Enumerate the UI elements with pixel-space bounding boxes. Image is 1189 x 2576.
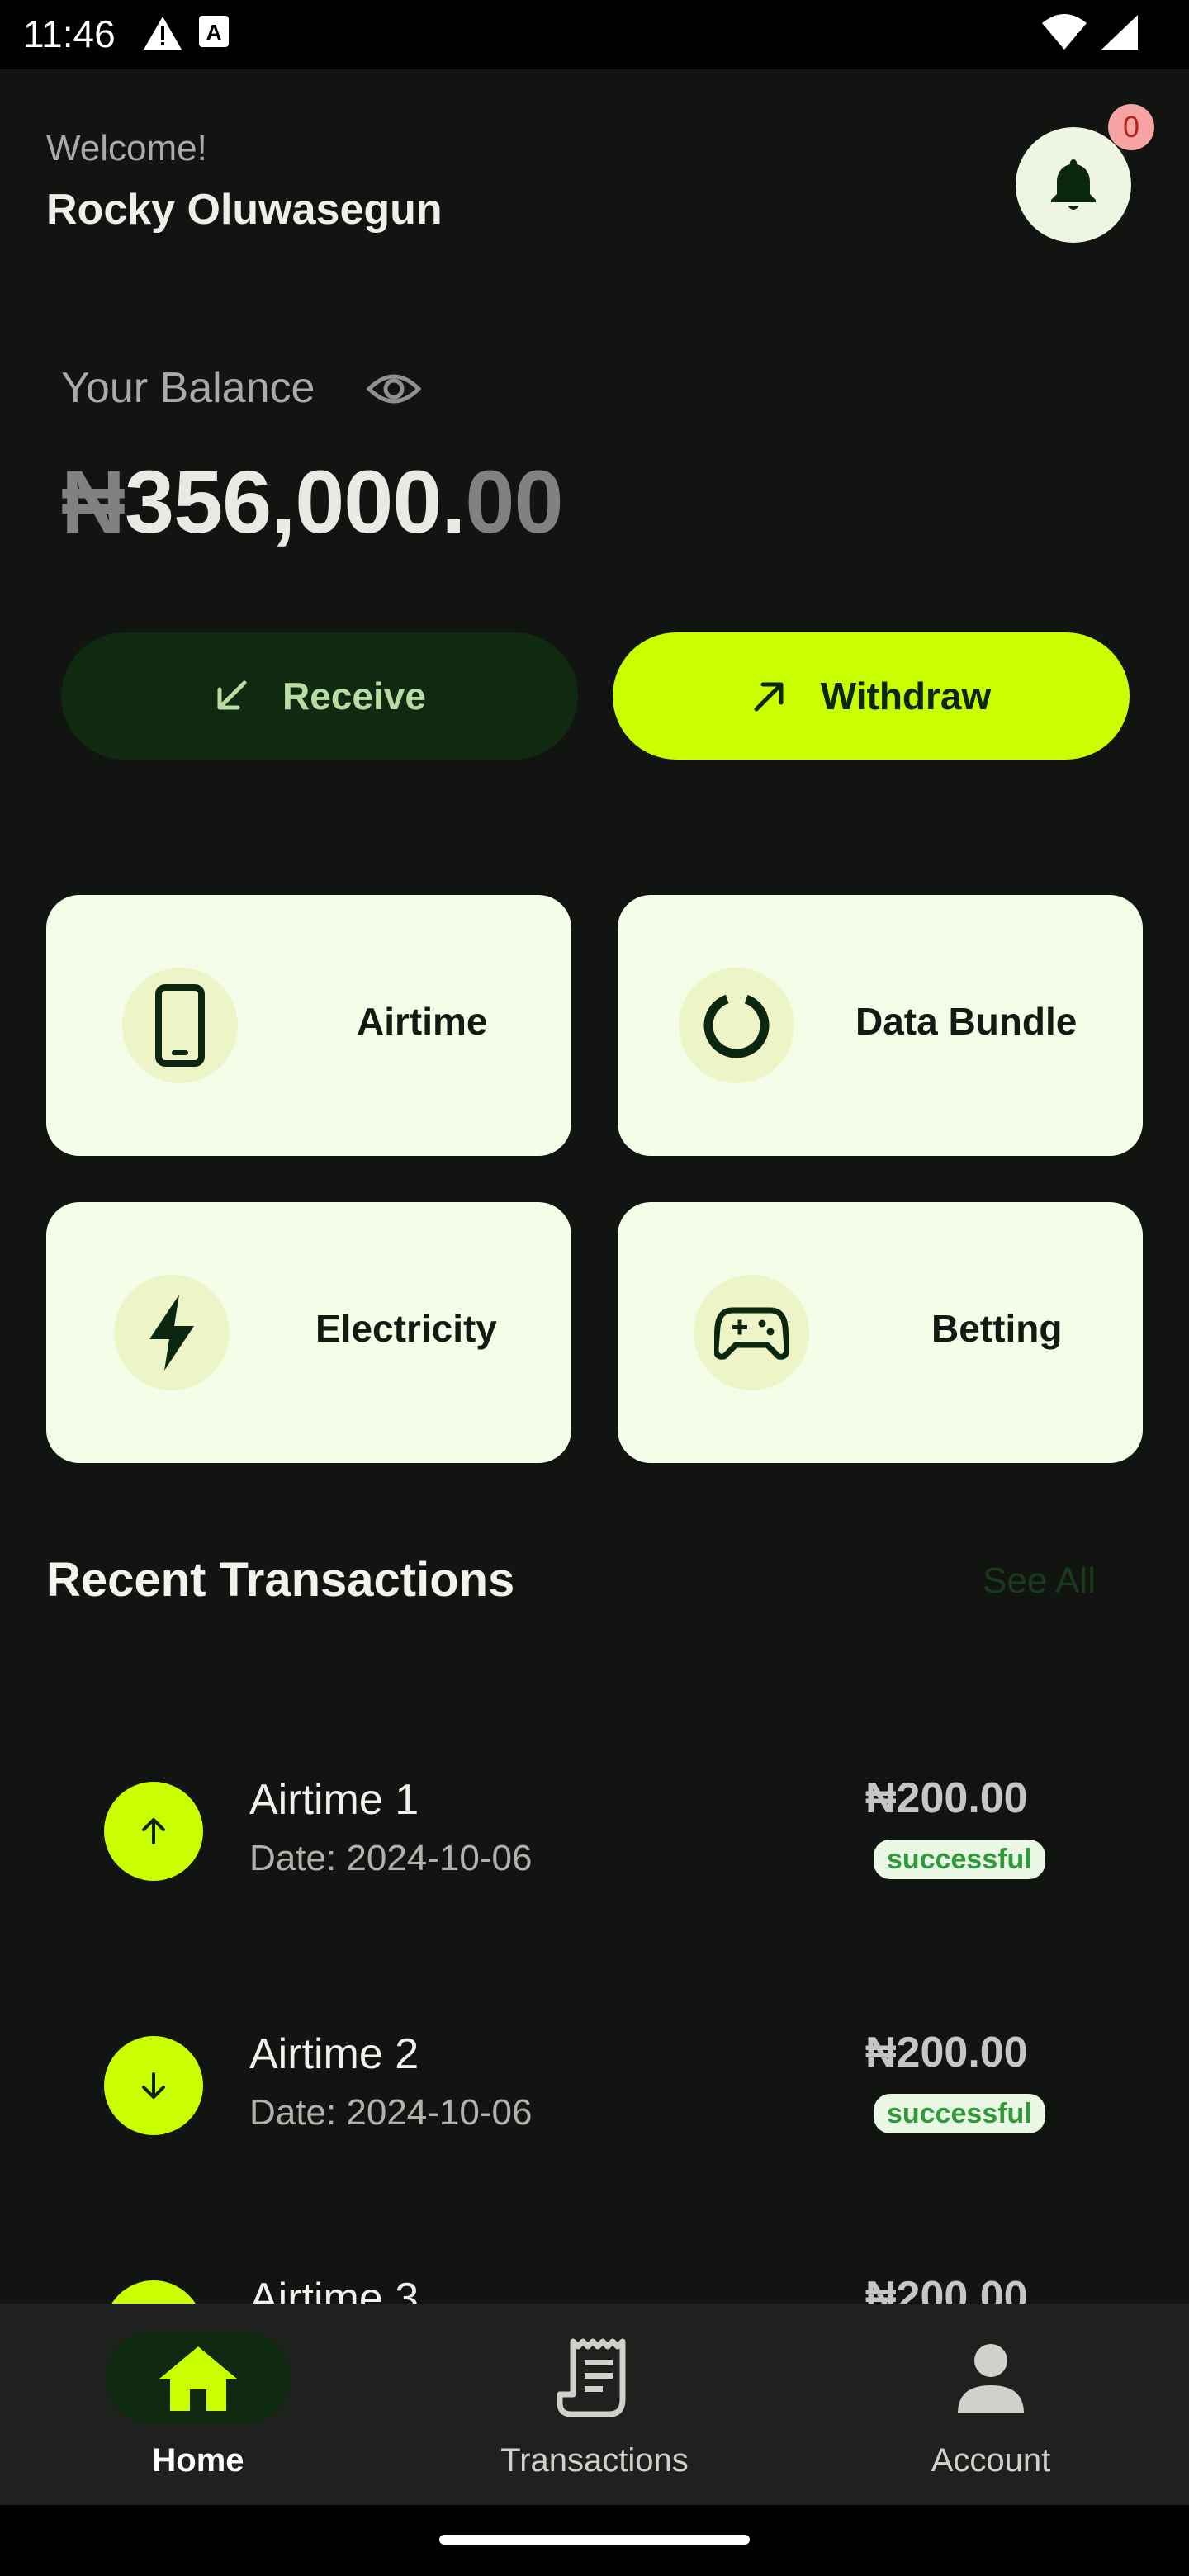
nav-label: Account xyxy=(931,2442,1051,2479)
status-badge: successful xyxy=(874,1840,1045,1879)
gesture-bar xyxy=(0,2505,1189,2576)
notification-badge: 0 xyxy=(1108,104,1154,150)
transaction-amount: ₦200.00 xyxy=(865,1774,1028,1822)
bell-icon xyxy=(1051,159,1096,210)
receive-label: Receive xyxy=(282,675,426,717)
balance-whole: 356,000. xyxy=(125,452,466,552)
transaction-date: Date: 2024-10-06 xyxy=(249,2092,533,2133)
signal-icon xyxy=(1101,15,1138,50)
arrow-up-icon xyxy=(104,1782,203,1881)
wifi-icon xyxy=(1042,14,1087,50)
person-icon xyxy=(898,2332,1083,2424)
nav-label: Home xyxy=(152,2442,244,2479)
transaction-name: Airtime 1 xyxy=(249,1776,419,1824)
receipt-icon xyxy=(502,2332,687,2424)
a11y-icon: A xyxy=(199,16,229,47)
bottom-navigation: Home Transactions Account xyxy=(0,2304,1189,2505)
receive-button[interactable]: Receive xyxy=(61,632,578,760)
service-label: Airtime xyxy=(357,1000,488,1043)
status-bar: 11:46 A xyxy=(0,0,1189,69)
transaction-name: Airtime 2 xyxy=(249,2030,419,2078)
service-electricity[interactable]: Electricity xyxy=(46,1202,571,1463)
see-all-link[interactable]: See All xyxy=(983,1560,1096,1602)
withdraw-label: Withdraw xyxy=(820,675,992,717)
notifications-button[interactable] xyxy=(1016,127,1131,243)
status-badge: successful xyxy=(874,2094,1045,2133)
donut-icon xyxy=(679,968,794,1083)
service-airtime[interactable]: Airtime xyxy=(46,895,571,1156)
status-time: 11:46 xyxy=(23,12,116,55)
home-icon xyxy=(106,2332,291,2424)
nav-transactions[interactable]: Transactions xyxy=(396,2304,793,2505)
service-label: Data Bundle xyxy=(855,1000,1078,1043)
service-label: Electricity xyxy=(315,1307,497,1350)
transaction-date: Date: 2024-10-06 xyxy=(249,1838,533,1878)
nav-account[interactable]: Account xyxy=(793,2304,1189,2505)
arrow-down-left-icon xyxy=(217,680,247,710)
eye-icon[interactable] xyxy=(367,368,421,410)
balance-label: Your Balance xyxy=(61,364,315,412)
balance-amount: ₦356,000.00 xyxy=(61,450,564,553)
svg-text:A: A xyxy=(206,20,222,45)
nav-label: Transactions xyxy=(500,2442,689,2479)
transaction-amount: ₦200.00 xyxy=(865,2029,1028,2076)
nav-home[interactable]: Home xyxy=(0,2304,396,2505)
transaction-row[interactable]: Airtime 1 Date: 2024-10-06 ₦200.00 succe… xyxy=(0,1765,1189,1930)
status-notification-icons: A xyxy=(142,15,230,51)
phone-icon xyxy=(122,968,238,1083)
home-indicator[interactable] xyxy=(439,2535,750,2545)
warning-icon xyxy=(144,17,182,50)
balance-decimal: 00 xyxy=(465,452,563,552)
welcome-text: Welcome! xyxy=(46,128,207,168)
balance-currency: ₦ xyxy=(61,452,126,552)
service-label: Betting xyxy=(931,1307,1063,1350)
user-name: Rocky Oluwasegun xyxy=(46,186,443,234)
service-data-bundle[interactable]: Data Bundle xyxy=(618,895,1143,1156)
transaction-row[interactable]: Airtime 2 Date: 2024-10-06 ₦200.00 succe… xyxy=(0,2020,1189,2185)
arrow-up-right-icon xyxy=(754,682,784,712)
service-betting[interactable]: Betting xyxy=(618,1202,1143,1463)
bolt-icon xyxy=(114,1275,230,1390)
status-system-icons xyxy=(1040,13,1139,51)
gamepad-icon xyxy=(694,1275,809,1390)
withdraw-button[interactable]: Withdraw xyxy=(613,632,1130,760)
arrow-down-icon xyxy=(104,2036,203,2135)
recent-transactions-title: Recent Transactions xyxy=(46,1553,515,1607)
